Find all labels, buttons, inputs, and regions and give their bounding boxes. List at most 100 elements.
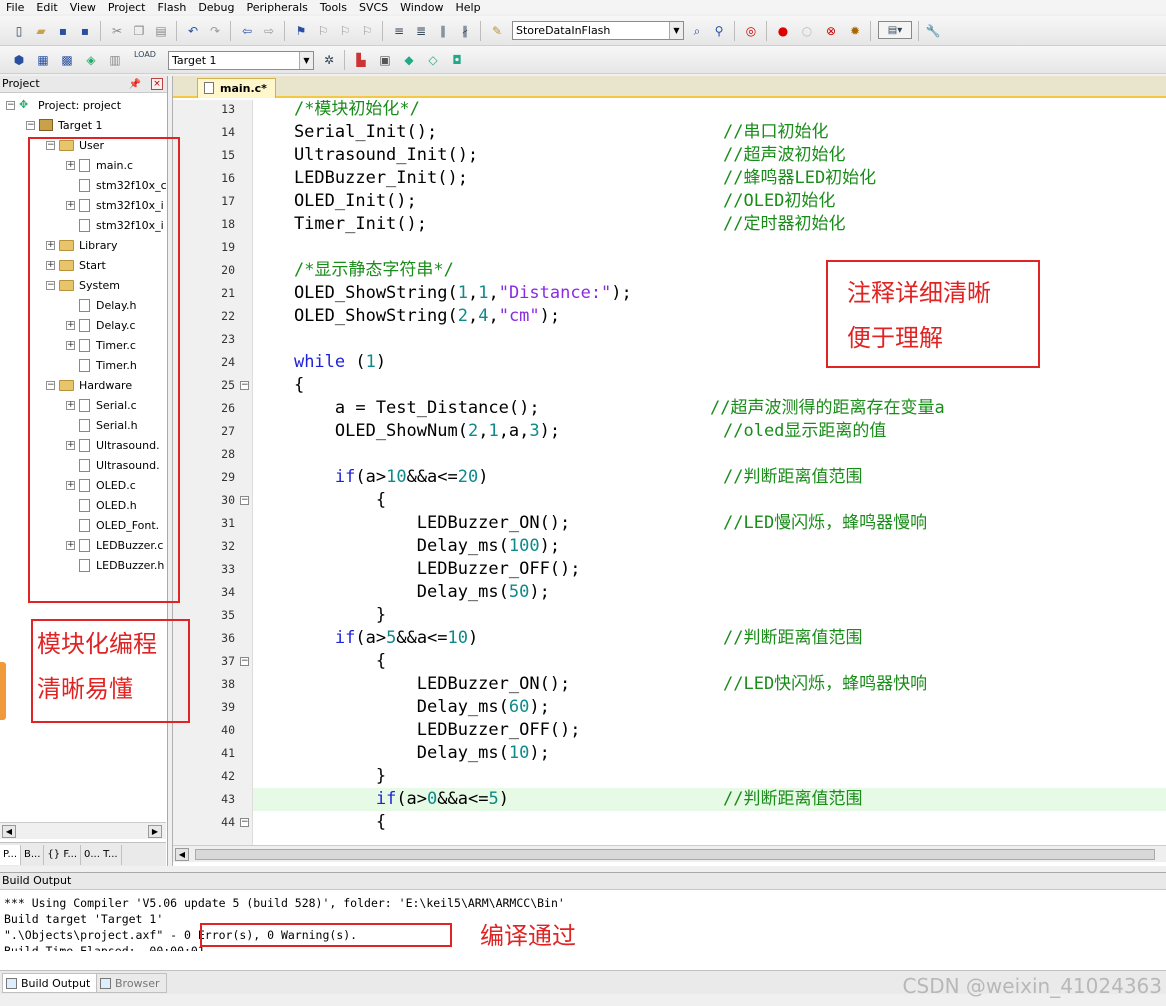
menu-flash[interactable]: Flash [151,1,192,14]
menu-window[interactable]: Window [394,1,449,14]
fold-icon[interactable]: − [240,496,249,505]
uncomment-icon[interactable]: ∦ [456,22,474,40]
batch-build-icon[interactable]: ◈ [82,51,100,69]
menu-file[interactable]: File [0,1,30,14]
scroll-left-icon[interactable]: ◀ [175,848,189,861]
menu-project[interactable]: Project [102,1,152,14]
breakpoint-disable-icon[interactable]: ○ [798,22,816,40]
scroll-thumb[interactable] [195,849,1155,860]
rebuild-icon[interactable]: ▩ [58,51,76,69]
code-line[interactable]: { [253,489,1166,512]
tab-project[interactable]: P... [0,844,22,865]
save-icon[interactable]: ▪ [54,22,72,40]
fold-icon[interactable]: − [240,657,249,666]
paste-icon[interactable]: ▤ [152,22,170,40]
code-line[interactable]: Timer_Init();//定时器初始化 [253,213,1166,236]
undo-icon[interactable]: ↶ [184,22,202,40]
menu-svcs[interactable]: SVCS [353,1,394,14]
menu-debug[interactable]: Debug [192,1,240,14]
code-line[interactable]: Delay_ms(50); [253,581,1166,604]
function-combo[interactable]: StoreDataInFlash ▼ [512,21,684,40]
code-line[interactable] [253,443,1166,466]
code-line[interactable]: if(a>10&&a<=20)//判断距离值范围 [253,466,1166,489]
code-line[interactable]: a = Test_Distance();//超声波测得的距离存在变量a [253,397,1166,420]
bookmark-next-icon[interactable]: ⚐ [336,22,354,40]
code-line[interactable]: LEDBuzzer_ON();//LED慢闪烁，蜂鸣器慢响 [253,512,1166,535]
breakpoint-icon[interactable]: ● [774,22,792,40]
find-icon[interactable]: ⌕ [688,22,706,40]
breakpoint-all-icon[interactable]: ✹ [846,22,864,40]
scroll-right-icon[interactable]: ▶ [148,825,162,838]
tab-books[interactable]: B... [21,844,45,865]
target-combo[interactable]: Target 1 ▼ [168,51,314,70]
bookmark-icon[interactable]: ⚑ [292,22,310,40]
file-extensions-icon[interactable]: ▣ [376,51,394,69]
translate-icon[interactable]: ⬢ [10,51,28,69]
redo-icon[interactable]: ↷ [206,22,224,40]
unindent-icon[interactable]: ≣ [412,22,430,40]
menu-tools[interactable]: Tools [314,1,353,14]
cut-icon[interactable]: ✂ [108,22,126,40]
code-line[interactable]: LEDBuzzer_Init();//蜂鸣器LED初始化 [253,167,1166,190]
code-line[interactable]: Serial_Init();//串口初始化 [253,121,1166,144]
bookmark-prev-icon[interactable]: ⚐ [314,22,332,40]
code-line[interactable]: { [253,811,1166,834]
code-line-current[interactable]: if(a>0&&a<=5)//判断距离值范围 [253,788,1166,811]
copy-icon[interactable]: ❐ [130,22,148,40]
new-file-icon[interactable]: ▯ [10,22,28,40]
code-line[interactable]: /*模块初始化*/ [253,100,1166,121]
code-line[interactable]: OLED_Init();//OLED初始化 [253,190,1166,213]
debug-start-icon[interactable]: ◎ [742,22,760,40]
code-line[interactable]: LEDBuzzer_ON();//LED快闪烁，蜂鸣器快响 [253,673,1166,696]
target-options-icon[interactable]: ✲ [320,51,338,69]
fold-icon[interactable]: − [240,818,249,827]
tab-functions[interactable]: {} F... [44,844,82,865]
collapse-icon[interactable]: − [26,120,35,130]
code-line[interactable]: } [253,765,1166,788]
code-line[interactable]: { [253,374,1166,397]
tab-main-c[interactable]: main.c* [197,78,276,98]
tab-browser[interactable]: Browser [96,973,167,993]
find-in-files-icon[interactable]: ✎ [488,22,506,40]
tab-templates[interactable]: 0... T... [81,844,122,865]
menu-help[interactable]: Help [450,1,487,14]
stop-build-icon[interactable]: ▥ [106,51,124,69]
breakpoint-kill-icon[interactable]: ⊗ [822,22,840,40]
build-icon[interactable]: ▦ [34,51,52,69]
collapse-icon[interactable]: − [6,100,15,110]
window-layout-icon[interactable]: ▤▾ [878,21,912,39]
code-line[interactable]: } [253,604,1166,627]
nav-back-icon[interactable]: ⇦ [238,22,256,40]
code-line[interactable]: { [253,650,1166,673]
code-line[interactable] [253,236,1166,259]
menu-edit[interactable]: Edit [30,1,63,14]
close-icon[interactable]: × [151,78,163,90]
open-folder-icon[interactable]: ▰ [32,22,50,40]
fold-icon[interactable]: − [240,381,249,390]
wrench-icon[interactable]: 🔧 [924,22,942,40]
tree-item[interactable]: − ✥ Project: project [6,95,121,115]
download-icon[interactable]: LOAD [134,50,156,68]
chevron-down-icon[interactable]: ▼ [669,22,683,39]
nav-forward-icon[interactable]: ⇨ [260,22,278,40]
pin-icon[interactable]: 📌 [129,77,141,93]
menu-view[interactable]: View [64,1,102,14]
code-line[interactable]: OLED_ShowNum(2,1,a,3);//oled显示距离的值 [253,420,1166,443]
code-area[interactable]: /*模块初始化*/ Serial_Init();//串口初始化 Ultrasou… [253,100,1166,845]
incremental-find-icon[interactable]: ⚲ [710,22,728,40]
tree-item[interactable]: − Target 1 [26,115,103,135]
menu-peripherals[interactable]: Peripherals [241,1,314,14]
run-time-env-icon[interactable]: ◘ [448,51,466,69]
code-line[interactable]: LEDBuzzer_OFF(); [253,719,1166,742]
project-hscrollbar[interactable]: ◀ ▶ [0,822,166,839]
editor-hscrollbar[interactable]: ◀ [173,845,1166,862]
chevron-down-icon[interactable]: ▼ [299,52,313,69]
comment-icon[interactable]: ∥ [434,22,452,40]
scroll-left-icon[interactable]: ◀ [2,825,16,838]
code-line[interactable]: Delay_ms(10); [253,742,1166,765]
select-packs-icon[interactable]: ◇ [424,51,442,69]
code-line[interactable]: Delay_ms(60); [253,696,1166,719]
pack-installer-icon[interactable]: ◆ [400,51,418,69]
code-line[interactable]: Ultrasound_Init();//超声波初始化 [253,144,1166,167]
manage-components-icon[interactable]: ▙ [352,51,370,69]
